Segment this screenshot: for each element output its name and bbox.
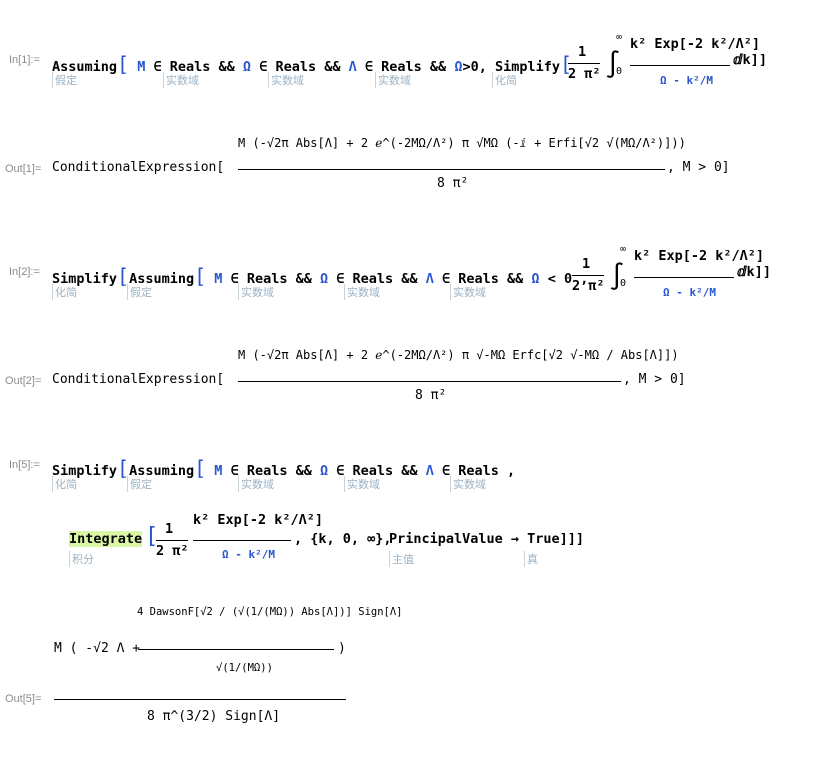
hint: 主值: [389, 551, 414, 567]
integrand-num: k² Exp[-2 k²/Λ²]: [193, 512, 324, 528]
out-label: Out[5]=: [5, 693, 42, 705]
hint: 积分: [69, 551, 94, 567]
hint: 实数域: [344, 476, 380, 492]
input-expression[interactable]: Simplify[Assuming[ M ∈ Reals && Ω ∈ Real…: [52, 456, 515, 480]
output-den: 8 π²: [437, 176, 469, 191]
output-cond: , M > 0]: [667, 160, 730, 175]
var: M: [214, 463, 223, 479]
output-num-top: 4 DawsonF[√2 / (√(1/(MΩ)) Abs[Λ])] Sign[…: [137, 606, 403, 618]
output-num-left: M ( -√2 Λ +: [54, 641, 141, 656]
integrand-den: Ω - k²/M: [663, 286, 716, 299]
frac-den: 2 π²: [568, 66, 601, 82]
frac-den: 2 π²: [572, 278, 605, 294]
out-label: Out[2]=: [5, 375, 42, 387]
var: M: [137, 59, 146, 75]
hint: 实数域: [450, 476, 486, 492]
var: Λ: [425, 463, 434, 479]
hint: 实数域: [344, 284, 380, 300]
var: Ω: [320, 271, 329, 287]
dk: ⅆk]]: [733, 52, 767, 68]
hint: 假定: [127, 284, 152, 300]
hint: 化简: [492, 72, 517, 88]
var: Ω: [320, 463, 329, 479]
hint: 实数域: [238, 476, 274, 492]
hint: 实数域: [375, 72, 411, 88]
integrate-func: Integrate: [69, 531, 143, 547]
upper-limit: ∞: [616, 32, 623, 43]
var: Ω: [242, 59, 252, 75]
integrand-den: Ω - k²/M: [222, 548, 275, 561]
var: Λ: [348, 59, 357, 75]
var: M: [214, 271, 223, 287]
paren: ): [338, 641, 346, 656]
output-head: ConditionalExpression[: [52, 160, 225, 175]
hint: 实数域: [268, 72, 304, 88]
output-num: M (-√2π Abs[Λ] + 2 ℯ^(-2MΩ/Λ²) π √MΩ (-ⅈ…: [238, 136, 686, 150]
lower-limit: 0: [620, 278, 627, 289]
hint: 实数域: [450, 284, 486, 300]
hint: 化简: [52, 284, 77, 300]
out-label: Out[1]=: [5, 163, 42, 175]
output-cond: , M > 0]: [623, 372, 686, 387]
var: Ω: [531, 271, 540, 287]
hint: 实数域: [238, 284, 274, 300]
hint: 假定: [52, 72, 77, 88]
hint: 真: [524, 551, 538, 567]
lower-limit: 0: [616, 66, 623, 77]
integrand-num: k² Exp[-2 k²/Λ²]: [634, 248, 765, 264]
integrand-den: Ω - k²/M: [660, 74, 713, 87]
upper-limit: ∞: [620, 244, 627, 255]
output-num-bottom: √(1/(MΩ)): [216, 662, 273, 674]
frac-num: 1: [578, 44, 587, 60]
integrand-num: k² Exp[-2 k²/Λ²]: [630, 36, 761, 52]
frac-num: 1: [582, 256, 591, 272]
hint: 化简: [52, 476, 77, 492]
option: PrincipalValue → True]]]: [389, 531, 585, 547]
var: Λ: [425, 271, 434, 287]
hint: 假定: [127, 476, 152, 492]
in-label: In[2]:=: [9, 266, 40, 278]
output-den: 8 π²: [415, 388, 447, 403]
output-den: 8 π^(3/2) Sign[Λ]: [147, 709, 281, 724]
frac-num: 1: [165, 521, 174, 537]
frac-den: 2 π²: [156, 543, 189, 559]
in-label: In[1]:=: [9, 54, 40, 66]
hint: 实数域: [163, 72, 199, 88]
in-label: In[5]:=: [9, 459, 40, 471]
output-num: M (-√2π Abs[Λ] + 2 ℯ^(-2MΩ/Λ²) π √-MΩ Er…: [238, 348, 679, 362]
dk: ⅆk]]: [737, 264, 771, 280]
output-head: ConditionalExpression[: [52, 372, 225, 387]
range: , {k, 0, ∞},: [294, 531, 392, 547]
